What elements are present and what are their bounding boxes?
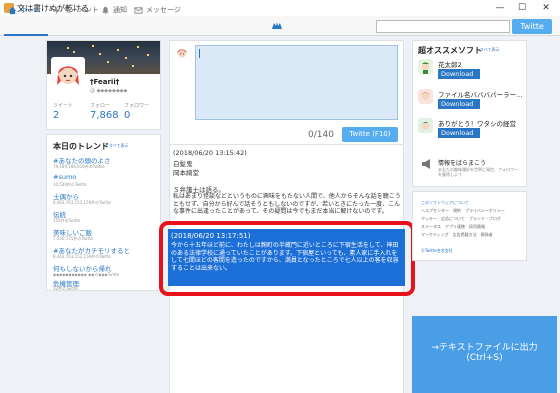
bird-logo-icon bbox=[272, 22, 282, 29]
trend-count: 8,463,763,152,156件のTwitte bbox=[53, 254, 111, 259]
download-button[interactable]: Download bbox=[438, 128, 480, 138]
close-button[interactable]: ✕ bbox=[536, 1, 556, 15]
trend-count: 10,530件のTwitte bbox=[53, 182, 87, 187]
nav-moments[interactable]: モーメント bbox=[52, 4, 99, 16]
footer-link-row[interactable]: ヘルプセンター 規約 プライバシーポリシー bbox=[421, 208, 505, 214]
stat-followers-label: フォロワー bbox=[124, 103, 150, 109]
export-shortcut: (Ctrl+S) bbox=[466, 353, 503, 363]
envelope-icon bbox=[134, 6, 143, 14]
trend-count: 7,506,725件のTwitte bbox=[53, 236, 94, 241]
profile-name[interactable]: †Fearii† bbox=[90, 78, 119, 86]
composer-avatar-image bbox=[175, 46, 189, 60]
text-caret bbox=[199, 49, 200, 58]
trend-item[interactable]: #sumo bbox=[53, 173, 76, 181]
avatar-image bbox=[53, 59, 83, 89]
footer-link-row[interactable]: クッキー 広告について ブランド・ブログ bbox=[421, 216, 501, 222]
stat-followers-value[interactable]: 0 bbox=[124, 110, 130, 121]
tweet-timestamp: (2018/06/20 13:15:42) bbox=[173, 149, 247, 157]
profile-handle: @ ◆◆◆◆◆◆◆◆ bbox=[90, 88, 128, 94]
info-title[interactable]: 情報をばらまこう bbox=[438, 158, 486, 167]
minimize-button[interactable]: — bbox=[490, 1, 510, 15]
export-label: →テキストファイルに出力 bbox=[431, 343, 538, 353]
apps-title: 超オススメソフト bbox=[418, 46, 482, 55]
nav-active-indicator bbox=[4, 34, 48, 36]
footer-link-row[interactable]: ステータス アプリ連携 採用情報 bbox=[421, 224, 485, 230]
bell-icon bbox=[102, 6, 109, 15]
recommended-apps-panel: 超オススメソフト すべて表示 花太郎2 Download ファイル名バババパーラ… bbox=[412, 40, 527, 187]
stat-following-value[interactable]: 7,868 bbox=[90, 110, 119, 121]
export-text-file-button[interactable]: →テキストファイルに出力 (Ctrl+S) bbox=[412, 316, 557, 393]
lightning-icon bbox=[53, 5, 60, 15]
trend-count: 8,463,763,152,156件のTwitte bbox=[53, 200, 111, 205]
app-name[interactable]: ありがとう！ワタシの経営 bbox=[438, 118, 516, 128]
trends-title: 本日のトレンド bbox=[53, 142, 109, 151]
trend-count: 156件のTwitte bbox=[53, 218, 81, 223]
app-icon bbox=[418, 118, 433, 133]
tweet-textarea[interactable] bbox=[195, 45, 398, 120]
search-input[interactable] bbox=[376, 20, 510, 33]
app-name[interactable]: ファイル名バババパーラー… bbox=[438, 89, 523, 99]
footer-about-link[interactable]: このソフトウェアについて bbox=[421, 200, 469, 206]
composer-avatar bbox=[175, 46, 189, 60]
twitte-button[interactable]: Twitte bbox=[512, 19, 552, 34]
megaphone-icon bbox=[422, 159, 430, 169]
download-button[interactable]: Download bbox=[438, 99, 480, 109]
stat-following-label: フォロー bbox=[90, 103, 111, 109]
footer-copyright: ©Twitte合名会社 bbox=[421, 248, 453, 253]
nav-home-label: ホーム bbox=[20, 6, 41, 14]
footer-links: このソフトウェアについて ヘルプセンター 規約 プライバシーポリシー クッキー … bbox=[412, 191, 527, 261]
download-button[interactable]: Download bbox=[438, 69, 480, 79]
home-icon bbox=[8, 6, 17, 14]
trends-show-all-link[interactable]: すべて表示 bbox=[109, 143, 129, 149]
info-subtitle: あなたの趣味嗜好を世界に発信、フォロワーを獲得しよう bbox=[438, 167, 518, 177]
maximize-button[interactable]: ☐ bbox=[512, 1, 532, 15]
composer-twitte-button[interactable]: Twitte (F10) bbox=[342, 127, 398, 142]
tweet-body: 私はあまり怪談などというものに興味をもたない人間で、他人からそんな話を聴こうとも… bbox=[173, 193, 401, 216]
stat-tweets-value[interactable]: 2 bbox=[53, 110, 59, 121]
profile-card: †Fearii† @ ◆◆◆◆◆◆◆◆ ツイート 2 フォロー 7,868 フォ… bbox=[46, 40, 161, 130]
stat-tweets-label: ツイート bbox=[53, 103, 74, 109]
app-icon bbox=[418, 59, 433, 74]
app-name[interactable]: 花太郎2 bbox=[438, 59, 462, 69]
trend-count: 32件のTwitte bbox=[53, 286, 78, 291]
nav-notifications-label: 通知 bbox=[113, 6, 127, 14]
footer-link-row[interactable]: マーケティング 広告掲載方法 開発者 bbox=[421, 232, 493, 238]
nav-notifications[interactable]: 通知 bbox=[101, 4, 127, 16]
red-highlight-box bbox=[159, 221, 415, 296]
nav-home[interactable]: ホーム bbox=[8, 4, 41, 16]
apps-show-all-link[interactable]: すべて表示 bbox=[480, 47, 500, 53]
tweet-composer: 0/140 Twitte (F10) bbox=[169, 40, 404, 145]
app-icon bbox=[418, 89, 433, 104]
avatar[interactable] bbox=[51, 57, 85, 91]
trends-panel: 本日のトレンド すべて表示 #あなたの頭のよさ 79,189,186,916件の… bbox=[46, 134, 161, 291]
nav-messages-label: メッセージ bbox=[146, 6, 181, 14]
nav-messages[interactable]: メッセージ bbox=[134, 4, 181, 16]
nav-moments-label: モーメント bbox=[64, 6, 99, 14]
trend-count: 79,189,186,916件のTwitte bbox=[53, 164, 105, 169]
char-counter: 0/140 bbox=[308, 130, 334, 140]
tweet-line: 岡本綺堂 bbox=[173, 169, 199, 177]
